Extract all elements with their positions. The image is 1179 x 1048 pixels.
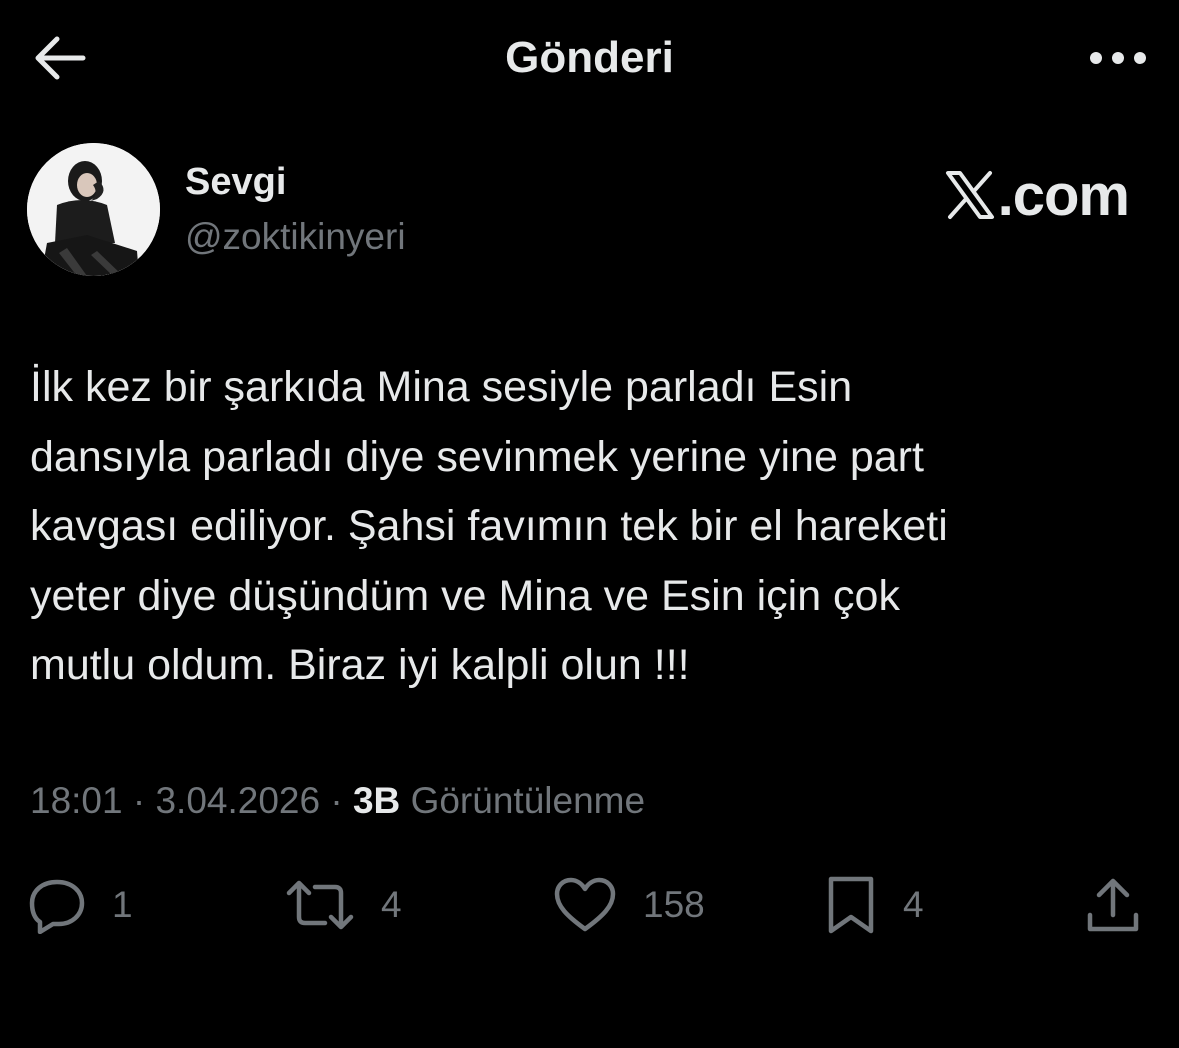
tweet-time[interactable]: 18:01 xyxy=(30,780,123,821)
watermark-text: .com xyxy=(997,162,1130,228)
meta-separator: · xyxy=(320,780,353,821)
views-count: 3B xyxy=(352,780,401,821)
tweet-meta: 18:01 · 3.04.2026 · 3B Görüntülenme xyxy=(30,775,645,827)
reply-count: 1 xyxy=(112,884,133,925)
tweet-text: İlk kez bir şarkıda Mina sesiyle parladı… xyxy=(30,363,948,689)
retweet-count: 4 xyxy=(381,884,402,925)
share-button[interactable] xyxy=(1085,870,1141,940)
retweet-icon xyxy=(285,877,355,933)
x-logo-icon xyxy=(944,170,998,220)
page-title: Gönderi xyxy=(505,33,674,82)
heart-icon xyxy=(553,876,617,934)
top-bar: Gönderi xyxy=(0,0,1179,116)
more-horizontal-icon xyxy=(1088,51,1148,65)
tweet-date[interactable]: 3.04.2026 xyxy=(155,780,320,821)
more-options-button[interactable] xyxy=(1083,30,1153,86)
author-handle[interactable]: @zoktikinyeri xyxy=(185,213,406,261)
like-button[interactable]: 158 xyxy=(553,870,705,940)
avatar[interactable] xyxy=(27,143,160,276)
bookmark-icon xyxy=(825,875,877,935)
reply-button[interactable]: 1 xyxy=(28,870,133,940)
author-display-name[interactable]: Sevgi xyxy=(185,158,286,206)
retweet-button[interactable]: 4 xyxy=(285,870,402,940)
x-com-watermark: .com xyxy=(944,160,1130,230)
meta-separator: · xyxy=(122,780,156,821)
bookmark-count: 4 xyxy=(903,884,924,925)
action-bar: 1 4 158 4 xyxy=(0,870,1179,940)
bookmark-button[interactable]: 4 xyxy=(825,870,924,940)
share-icon xyxy=(1085,875,1141,935)
reply-icon xyxy=(28,876,86,934)
views-label: Görüntülenme xyxy=(410,780,646,821)
like-count: 158 xyxy=(643,884,705,925)
